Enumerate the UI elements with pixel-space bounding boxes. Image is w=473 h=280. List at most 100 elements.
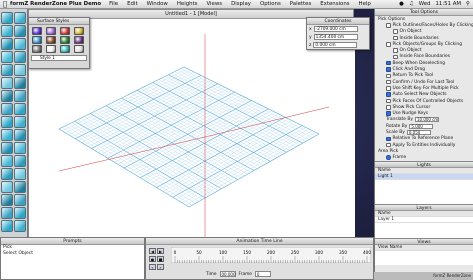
modeling-tool-icon[interactable] bbox=[14, 103, 26, 115]
surface-style-swatch[interactable] bbox=[74, 36, 84, 44]
wifi-icon[interactable]: ● bbox=[399, 1, 404, 7]
translate-field[interactable]: 10.000 cm bbox=[414, 117, 439, 123]
step-forward-button[interactable]: » bbox=[157, 264, 164, 270]
surface-style-swatch[interactable] bbox=[32, 27, 42, 35]
modeling-tool-icon[interactable] bbox=[1, 25, 13, 37]
modeling-tool-icon[interactable] bbox=[14, 168, 26, 180]
pick-option[interactable]: Pick Objects/Groups By Clicking bbox=[375, 41, 473, 47]
pick-option-checkbox[interactable] bbox=[386, 23, 391, 28]
menu-heights[interactable]: Heights bbox=[177, 1, 198, 7]
surface-style-swatch[interactable] bbox=[60, 27, 70, 35]
modeling-tool-icon[interactable] bbox=[1, 64, 13, 76]
modeling-tool-icon[interactable] bbox=[1, 116, 13, 128]
step-back-button[interactable]: « bbox=[149, 264, 156, 270]
modeling-tool-icon[interactable] bbox=[14, 90, 26, 102]
modeling-tool-icon[interactable] bbox=[1, 103, 13, 115]
menu-help[interactable]: Help bbox=[359, 1, 371, 7]
surface-style-swatch[interactable] bbox=[46, 36, 56, 44]
pick-option[interactable]: Pick Outlines/Faces/Holes By Clicking bbox=[375, 22, 473, 28]
apply-individually-checkbox[interactable] bbox=[386, 142, 391, 148]
modeling-tool-icon[interactable] bbox=[1, 90, 13, 102]
surface-style-swatch[interactable] bbox=[60, 45, 70, 53]
pick-option-checkbox[interactable] bbox=[386, 60, 391, 66]
modeling-tool-icon[interactable] bbox=[14, 220, 26, 232]
modeling-tool-icon[interactable] bbox=[1, 77, 13, 89]
menu-window[interactable]: Window bbox=[147, 1, 168, 7]
modeling-tool-icon[interactable] bbox=[14, 155, 26, 167]
modeling-tool-icon[interactable] bbox=[14, 194, 26, 206]
pick-option-checkbox[interactable] bbox=[393, 35, 398, 41]
modeling-tool-icon[interactable] bbox=[1, 51, 13, 63]
time-field[interactable]: 00.000 bbox=[219, 271, 236, 277]
menubar-clock[interactable]: 11:51 AM bbox=[435, 1, 461, 7]
modeling-tool-icon[interactable] bbox=[14, 77, 26, 89]
modeling-tool-icon[interactable] bbox=[1, 38, 13, 50]
pick-option-checkbox[interactable] bbox=[386, 98, 391, 104]
modeling-tool-icon[interactable] bbox=[14, 12, 26, 24]
pick-option[interactable]: Use Shift Key For Multiple Pick bbox=[375, 85, 473, 91]
surface-style-swatch[interactable] bbox=[74, 45, 84, 53]
pick-option-checkbox[interactable] bbox=[386, 79, 391, 85]
modeling-tool-icon[interactable] bbox=[14, 116, 26, 128]
modeling-tool-icon[interactable] bbox=[14, 207, 26, 219]
record-button[interactable]: ● bbox=[149, 256, 156, 262]
coord-z-field[interactable]: 0.000 cm bbox=[313, 42, 358, 48]
menu-palettes[interactable]: Palettes bbox=[290, 1, 311, 7]
relative-checkbox[interactable] bbox=[386, 136, 391, 142]
modeling-tool-icon[interactable] bbox=[14, 64, 26, 76]
surface-style-swatch[interactable] bbox=[74, 27, 84, 35]
menu-file[interactable]: File bbox=[109, 1, 118, 7]
modeling-tool-icon[interactable] bbox=[1, 155, 13, 167]
coord-x-field[interactable]: -2709.000 cm bbox=[313, 26, 358, 32]
timeline-ruler[interactable]: 0 50 100 150 200 250 300 350 400 bbox=[171, 247, 371, 263]
surface-style-swatch[interactable] bbox=[32, 36, 42, 44]
modeling-tool-icon[interactable] bbox=[1, 142, 13, 154]
menu-extensions[interactable]: Extensions bbox=[320, 1, 349, 7]
frame-field[interactable]: 0 bbox=[254, 271, 271, 277]
modeling-tool-icon[interactable] bbox=[1, 12, 13, 24]
pick-option-checkbox[interactable] bbox=[393, 54, 398, 60]
pick-option-checkbox[interactable] bbox=[393, 29, 398, 34]
spotlight-icon[interactable]: ⚲ bbox=[466, 1, 470, 7]
pick-option-checkbox[interactable] bbox=[393, 48, 398, 53]
rewind-button[interactable]: ◀ bbox=[149, 248, 156, 254]
modeling-tool-icon[interactable] bbox=[14, 25, 26, 37]
menu-options[interactable]: Options bbox=[260, 1, 281, 7]
frame-radio[interactable] bbox=[386, 155, 391, 160]
surface-style-swatch[interactable] bbox=[60, 36, 70, 44]
current-style[interactable]: Style 1 bbox=[31, 55, 87, 61]
coord-y-field[interactable]: 1354.400 cm bbox=[313, 34, 358, 40]
pick-option-checkbox[interactable] bbox=[386, 67, 391, 72]
modeling-tool-icon[interactable] bbox=[14, 51, 26, 63]
stop-button[interactable]: ■ bbox=[157, 256, 164, 262]
grid-line bbox=[168, 74, 303, 144]
modeling-tool-icon[interactable] bbox=[1, 220, 13, 232]
modeling-tool-icon[interactable] bbox=[14, 142, 26, 154]
pick-option-checkbox[interactable] bbox=[386, 111, 391, 116]
apple-menu-icon[interactable]:  bbox=[0, 0, 10, 8]
modeling-tool-icon[interactable] bbox=[14, 129, 26, 141]
modeling-tool-icon[interactable] bbox=[14, 181, 26, 193]
surface-style-swatch[interactable] bbox=[46, 27, 56, 35]
rotate-field[interactable]: 5.000 bbox=[409, 123, 434, 129]
menu-display[interactable]: Display bbox=[231, 1, 251, 7]
pick-option-checkbox[interactable] bbox=[386, 105, 391, 110]
surface-style-swatch[interactable] bbox=[32, 45, 42, 53]
pick-option-checkbox[interactable] bbox=[386, 86, 391, 91]
modeling-tool-icon[interactable] bbox=[14, 38, 26, 50]
pick-option-checkbox[interactable] bbox=[386, 73, 391, 79]
scale-field[interactable]: 0.050 bbox=[406, 129, 431, 135]
modeling-tool-icon[interactable] bbox=[1, 168, 13, 180]
app-menu[interactable]: formZ RenderZone Plus Demo bbox=[10, 1, 101, 7]
modeling-tool-icon[interactable] bbox=[1, 129, 13, 141]
volume-icon[interactable]: ♫ bbox=[409, 1, 414, 7]
play-button[interactable]: ▶ bbox=[157, 248, 164, 254]
pick-option-checkbox[interactable] bbox=[386, 42, 391, 47]
surface-style-swatch[interactable] bbox=[46, 45, 56, 53]
modeling-tool-icon[interactable] bbox=[1, 181, 13, 193]
modeling-tool-icon[interactable] bbox=[1, 207, 13, 219]
menu-views[interactable]: Views bbox=[206, 1, 222, 7]
pick-option-checkbox[interactable] bbox=[386, 92, 391, 97]
modeling-tool-icon[interactable] bbox=[1, 194, 13, 206]
menu-edit[interactable]: Edit bbox=[127, 1, 137, 7]
